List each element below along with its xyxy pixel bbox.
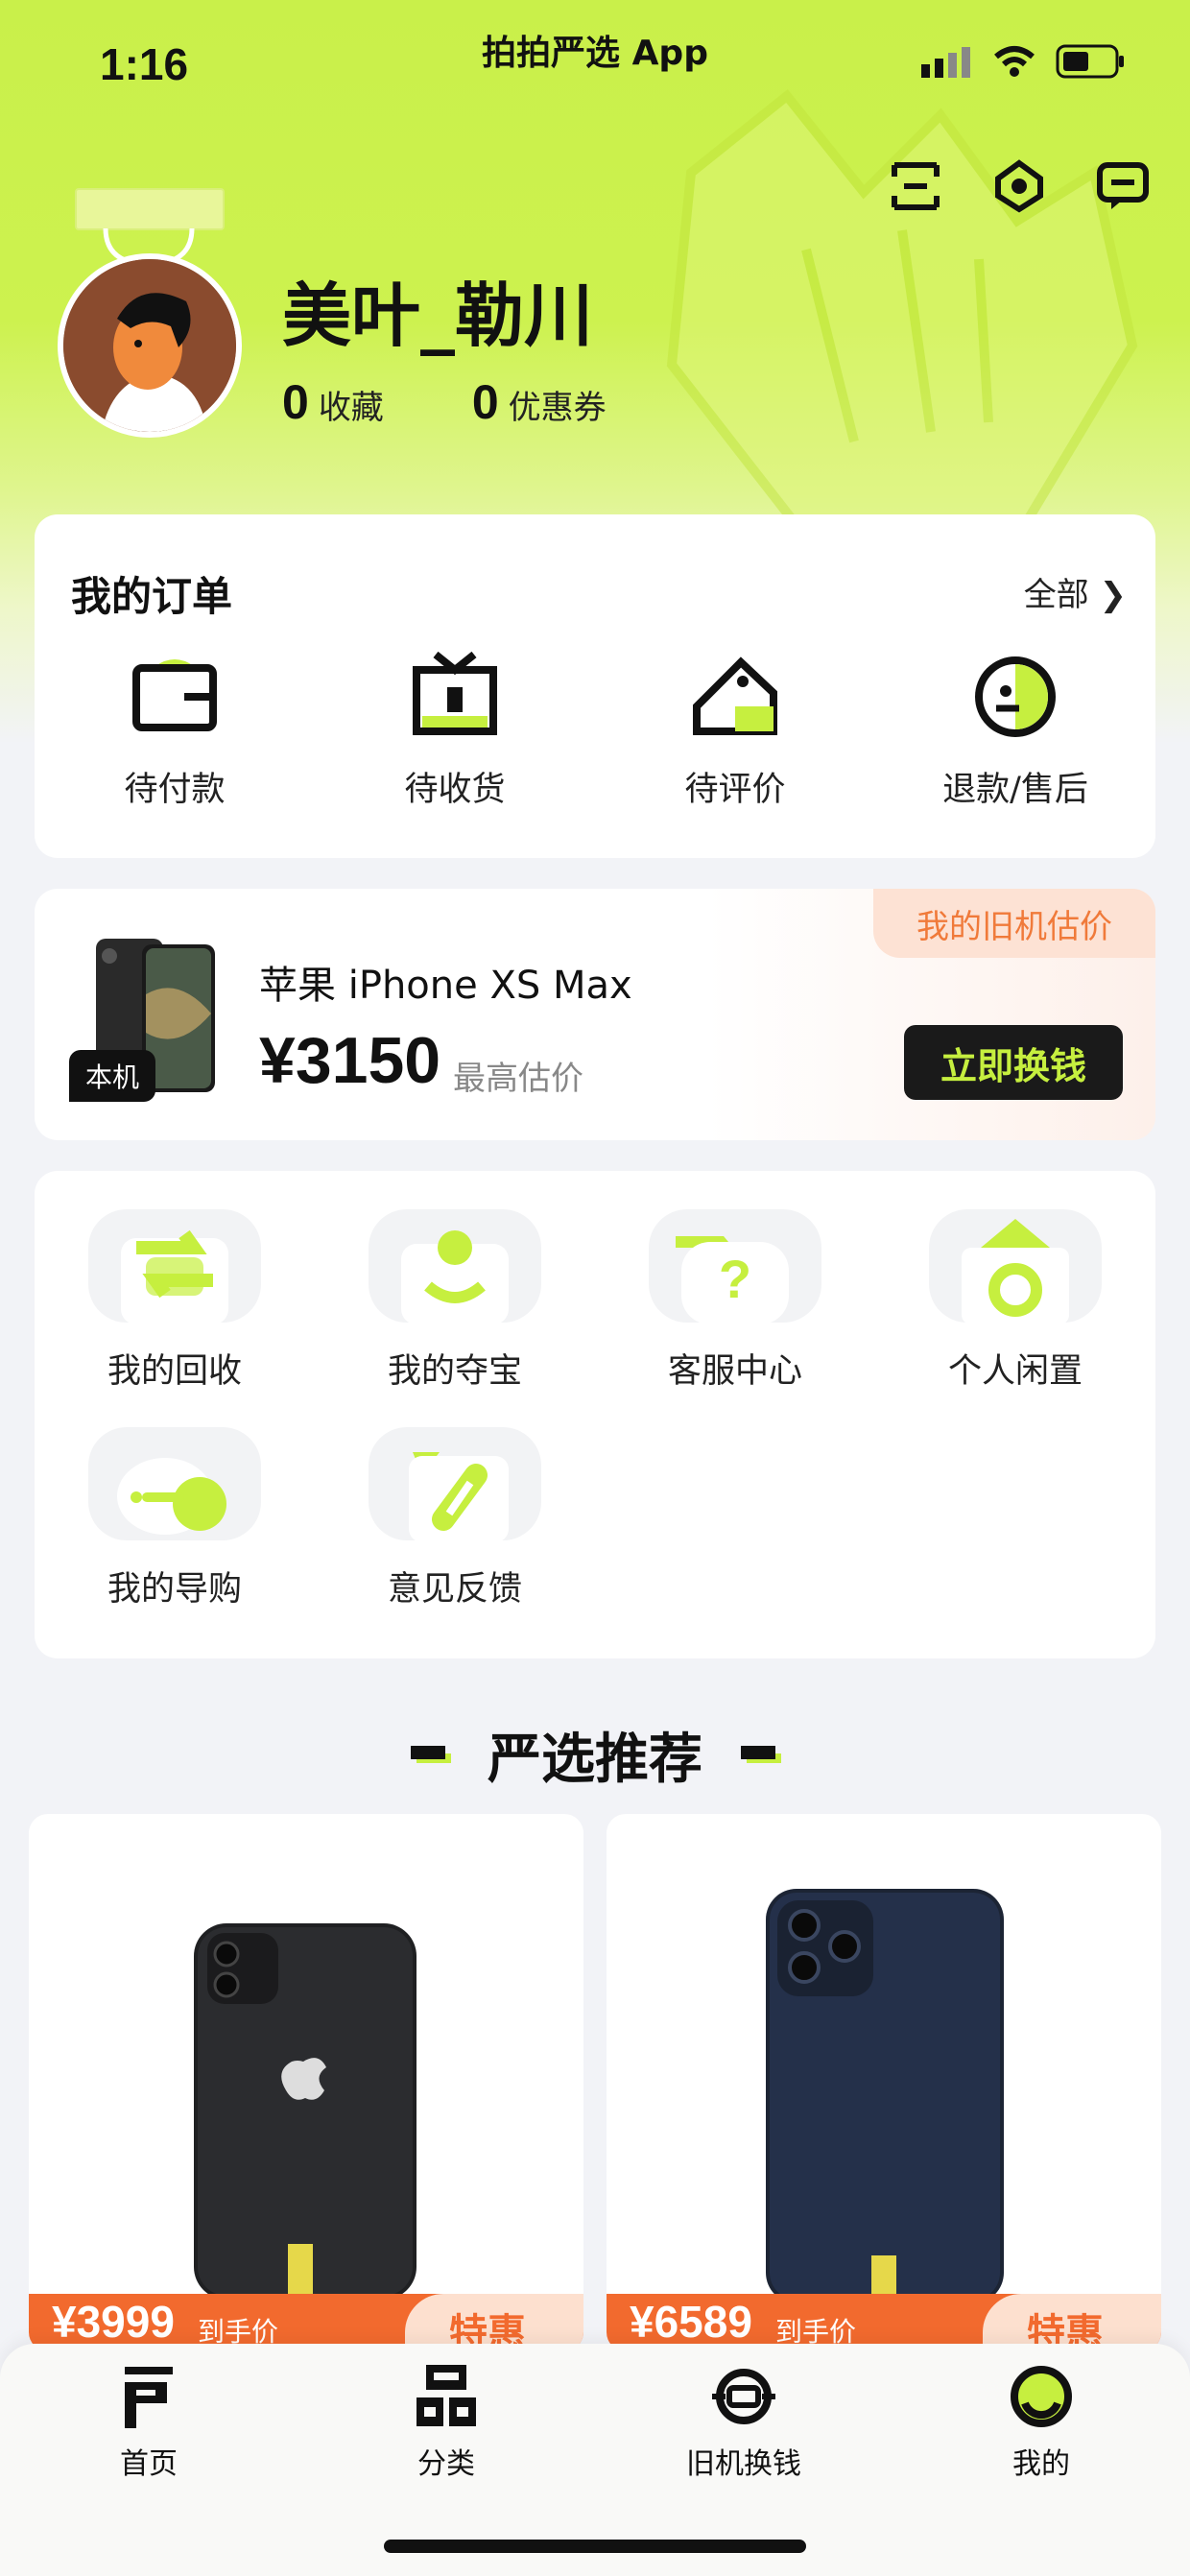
idle-icon [962, 1219, 1069, 1323]
order-item-label: 待收货 [404, 771, 506, 809]
decor-dash [411, 1745, 451, 1765]
orders-all-link[interactable]: 全部 ❯ [1024, 568, 1127, 615]
trade-in-tag: 我的旧机估价 [873, 889, 1155, 958]
package-icon [413, 651, 497, 735]
tab-home[interactable]: 首页 [0, 2361, 298, 2482]
home-indicator [384, 2540, 806, 2553]
service-guide[interactable]: 我的导购 [35, 1427, 315, 1610]
orders-title: 我的订单 [71, 573, 233, 620]
scan-icon[interactable] [887, 157, 944, 215]
order-pending-review[interactable]: 待评价 [595, 649, 875, 811]
message-icon[interactable] [1094, 157, 1152, 215]
order-item-label: 待评价 [684, 771, 786, 809]
category-icon [416, 2365, 476, 2426]
orders-card: 我的订单 全部 ❯ 待付款 待收货 待评价 退款/售后 [35, 514, 1155, 858]
service-label: 个人闲置 [947, 1352, 1083, 1391]
stat-label: 收藏 [318, 389, 384, 427]
signal-icon [921, 47, 970, 78]
order-pending-receipt[interactable]: 待收货 [315, 649, 595, 811]
product-card[interactable]: ¥3999 到手价 特惠 [29, 1814, 583, 2351]
product-price: ¥3999 [52, 2297, 175, 2347]
tab-category[interactable]: 分类 [298, 2361, 595, 2482]
tab-trade-in[interactable]: 旧机换钱 [595, 2361, 892, 2482]
service-label: 意见反馈 [387, 1570, 522, 1609]
service-label: 我的回收 [107, 1352, 242, 1391]
order-item-label: 退款/售后 [942, 771, 1088, 809]
service-idle[interactable]: 个人闲置 [875, 1209, 1155, 1393]
service-icon-wrap [369, 1427, 541, 1540]
product-price-bar: ¥6589 到手价 特惠 [607, 2294, 1161, 2351]
home-icon [125, 2367, 173, 2428]
status-bar: 1:16 拍拍严选 App [0, 0, 1190, 134]
service-icon-wrap [88, 1209, 261, 1323]
decor-dash [741, 1745, 781, 1765]
status-indicators [921, 44, 1127, 79]
tab-label: 分类 [417, 2447, 475, 2481]
service-feedback[interactable]: 意见反馈 [315, 1427, 595, 1610]
tab-label: 首页 [120, 2447, 178, 2481]
order-item-label: 待付款 [124, 771, 226, 809]
product-price: ¥6589 [630, 2297, 752, 2347]
chevron-right-icon: ❯ [1099, 576, 1128, 614]
tab-label: 旧机换钱 [686, 2447, 801, 2481]
trade-now-button[interactable]: 立即换钱 [904, 1025, 1123, 1100]
estimate-label: 最高估价 [453, 1060, 583, 1098]
service-icon-wrap [929, 1209, 1102, 1323]
wallet-icon [132, 659, 217, 731]
stat-value: 0 [282, 375, 309, 429]
product-card[interactable]: ¥6589 到手价 特惠 [607, 1814, 1161, 2351]
services-card: 我的回收 我的夺宝 ? 客服中心 个人闲置 我的导购 意见反馈 [35, 1171, 1155, 1658]
trade-in-card[interactable]: 我的旧机估价 本机 苹果 iPhone XS Max ¥3150 最高估价 立即… [35, 889, 1155, 1140]
estimate-price: ¥3150 [259, 1024, 441, 1097]
recycle-icon [121, 1229, 228, 1323]
stat-coupons[interactable]: 0 优惠券 [472, 374, 607, 430]
svg-text:?: ? [719, 1249, 751, 1309]
order-refund[interactable]: 退款/售后 [875, 649, 1155, 811]
stat-value: 0 [471, 375, 499, 429]
tab-profile[interactable]: 我的 [892, 2361, 1190, 2482]
trade-in-icon [712, 2369, 775, 2424]
avatar-illustration [63, 259, 236, 432]
review-icon [693, 656, 777, 735]
service-icon-wrap: ? [649, 1209, 821, 1323]
product-price-bar: ¥3999 到手价 特惠 [29, 2294, 583, 2351]
services-grid: 我的回收 我的夺宝 ? 客服中心 个人闲置 我的导购 意见反馈 [35, 1209, 1155, 1610]
help-icon: ? [676, 1236, 789, 1323]
special-offer-badge: 特惠 [983, 2294, 1161, 2351]
service-treasure[interactable]: 我的夺宝 [315, 1209, 595, 1393]
service-label: 我的夺宝 [387, 1352, 522, 1391]
device-model: 苹果 iPhone XS Max [259, 964, 632, 1008]
header-actions [887, 157, 1152, 215]
service-icon-wrap [88, 1427, 261, 1540]
tab-label: 我的 [1012, 2447, 1070, 2481]
profile-stats: 0 收藏 0 优惠券 [282, 374, 607, 430]
settings-icon[interactable] [990, 157, 1048, 215]
service-label: 客服中心 [667, 1352, 802, 1391]
recommend-title: 严选推荐 [488, 1729, 702, 1791]
iphone-blue-image [766, 1889, 1004, 2294]
iphone-black-image [194, 1923, 416, 2294]
refund-icon [975, 656, 1056, 737]
service-label: 我的导购 [107, 1570, 242, 1609]
service-icon-wrap [369, 1209, 541, 1323]
stat-label: 优惠券 [508, 389, 607, 427]
stat-favorites[interactable]: 0 收藏 [282, 374, 384, 430]
service-recycle[interactable]: 我的回收 [35, 1209, 315, 1393]
order-pending-payment[interactable]: 待付款 [35, 649, 315, 811]
treasure-icon [401, 1230, 509, 1323]
service-help[interactable]: ? 客服中心 [595, 1209, 875, 1393]
current-device-badge: 本机 [69, 1050, 155, 1102]
username: 美叶_勒川 [282, 275, 594, 356]
wifi-icon [994, 46, 1035, 77]
guide-icon [117, 1458, 226, 1535]
battery-icon [1056, 44, 1124, 79]
recommend-header: 严选推荐 [0, 1716, 1190, 1794]
profile-icon [1011, 2366, 1072, 2427]
feedback-icon [409, 1452, 509, 1540]
avatar-badge [75, 188, 225, 230]
orders-all-label: 全部 [1023, 576, 1089, 614]
avatar[interactable] [58, 253, 242, 438]
order-status-row: 待付款 待收货 待评价 退款/售后 [35, 649, 1155, 811]
special-offer-badge: 特惠 [405, 2294, 583, 2351]
